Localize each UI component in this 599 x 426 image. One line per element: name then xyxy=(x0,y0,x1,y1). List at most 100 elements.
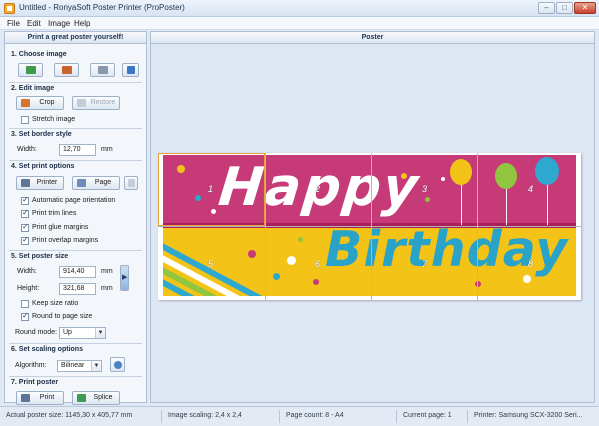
trim-lines-label: Print trim lines xyxy=(32,210,77,217)
confetti-dot xyxy=(273,273,280,280)
confetti-dot xyxy=(248,250,256,258)
chevron-down-icon: ▼ xyxy=(91,361,101,371)
balloon-yellow xyxy=(450,159,472,185)
app-logo-icon xyxy=(4,3,15,14)
round-mode-label: Round mode: xyxy=(15,329,58,336)
poster-panel-header: Poster xyxy=(151,32,594,44)
preview-scaling-button[interactable] xyxy=(110,357,125,372)
section-choose-image: 1. Choose image xyxy=(11,51,67,58)
open-gallery-button[interactable] xyxy=(54,63,79,77)
crop-button-label: Crop xyxy=(39,99,55,106)
splice-icon xyxy=(77,394,86,402)
section-edit-image: 2. Edit image xyxy=(11,85,55,92)
confetti-dot xyxy=(441,177,445,181)
printer-button-label: Printer xyxy=(36,179,58,186)
restore-button[interactable]: Restore xyxy=(72,96,120,110)
confetti-dot xyxy=(298,237,303,242)
layout-icon xyxy=(128,179,135,187)
paste-image-button[interactable] xyxy=(122,63,139,77)
menu-image[interactable]: Image xyxy=(48,19,70,28)
confetti-dot xyxy=(313,279,319,285)
minimize-button[interactable]: – xyxy=(538,2,555,14)
round-mode-value: Up xyxy=(63,329,72,336)
algorithm-select[interactable]: Bilinear ▼ xyxy=(57,360,102,372)
page-number: 4 xyxy=(528,184,534,194)
print-button[interactable]: Print xyxy=(16,391,64,405)
page-number: 3 xyxy=(422,184,428,194)
glue-margins-checkbox[interactable] xyxy=(21,222,29,232)
status-separator xyxy=(396,410,397,423)
keep-ratio-label: Keep size ratio xyxy=(32,300,79,307)
expand-size-button[interactable]: ▶ xyxy=(120,265,129,291)
divider xyxy=(9,343,142,344)
print-button-label: Print xyxy=(39,394,55,401)
page-number: 1 xyxy=(208,184,214,194)
page-number: 6 xyxy=(315,259,321,269)
confetti-dot xyxy=(475,281,481,287)
splice-button[interactable]: Splice xyxy=(72,391,120,405)
section-border-style: 3. Set border style xyxy=(11,131,72,138)
page-settings-button[interactable]: Page xyxy=(72,176,120,190)
page-number: 5 xyxy=(208,259,214,269)
status-actual-size: Actual poster size: 1145,30 x 405,77 mm xyxy=(6,412,133,419)
menu-file[interactable]: File xyxy=(7,19,20,28)
title-bar: Untitled - RonyaSoft Poster Printer (Pro… xyxy=(0,0,599,17)
divider xyxy=(9,82,142,83)
window-title: Untitled - RonyaSoft Poster Printer (Pro… xyxy=(19,3,185,12)
open-image-button[interactable] xyxy=(18,63,43,77)
overlap-margins-checkbox[interactable] xyxy=(21,235,29,245)
overlap-margins-label: Print overlap margins xyxy=(32,237,99,244)
divider xyxy=(9,128,142,129)
status-current-page: Current page: 1 xyxy=(403,412,452,419)
menu-bar: File Edit Image Help xyxy=(0,17,599,30)
splice-button-label: Splice xyxy=(93,394,113,401)
printer-icon xyxy=(21,394,30,402)
menu-help[interactable]: Help xyxy=(74,19,90,28)
status-separator xyxy=(467,410,468,423)
confetti-dot xyxy=(287,256,296,265)
poster-height-unit: mm xyxy=(101,285,113,292)
poster-preview[interactable]: Happy Birthday 1 2 3 4 5 6 7 8 xyxy=(158,153,581,300)
status-separator xyxy=(161,410,162,423)
page-number: 2 xyxy=(315,184,321,194)
trim-lines-checkbox[interactable] xyxy=(21,208,29,218)
confetti-dot xyxy=(425,197,430,202)
arrow-right-icon: ▶ xyxy=(122,274,128,281)
crop-icon xyxy=(21,99,30,107)
printer-settings-button[interactable]: Printer xyxy=(16,176,64,190)
auto-orientation-label: Automatic page orientation xyxy=(32,197,116,204)
status-separator xyxy=(279,410,280,423)
section-print-poster: 7. Print poster xyxy=(11,379,59,386)
restore-button-label: Restore xyxy=(90,99,116,106)
poster-width-input[interactable]: 914,40 xyxy=(59,266,96,278)
page-layout-button[interactable] xyxy=(124,176,138,190)
poster-height-input[interactable]: 321,68 xyxy=(59,283,96,295)
divider xyxy=(9,160,142,161)
keep-ratio-checkbox[interactable] xyxy=(21,300,29,308)
page-number: 7 xyxy=(422,259,428,269)
gallery-icon xyxy=(61,66,72,74)
stretch-image-checkbox[interactable] xyxy=(21,116,29,124)
border-width-input[interactable]: 12,70 xyxy=(59,144,96,156)
auto-orientation-checkbox[interactable] xyxy=(21,195,29,205)
border-width-unit: mm xyxy=(101,146,113,153)
divider xyxy=(9,250,142,251)
balloon-blue xyxy=(535,157,559,185)
restore-icon xyxy=(77,99,86,107)
scan-image-button[interactable] xyxy=(90,63,115,77)
maximize-button[interactable]: □ xyxy=(556,2,573,14)
poster-height-label: Height: xyxy=(17,285,40,292)
settings-panel-header: Print a great poster yourself! xyxy=(5,32,146,44)
poster-text-birthday: Birthday xyxy=(325,221,569,278)
status-printer: Printer: Samsung SCX-3200 Seri... xyxy=(474,412,583,419)
status-image-scaling: Image scaling: 2,4 x 2,4 xyxy=(168,412,242,419)
round-to-page-checkbox[interactable] xyxy=(21,311,29,321)
close-button[interactable]: ✕ xyxy=(574,2,596,14)
crop-button[interactable]: Crop xyxy=(16,96,64,110)
poster-preview-panel: Poster Happy Birthday 1 2 3 4 5 6 7 8 xyxy=(150,31,595,403)
border-width-label: Width: xyxy=(17,146,37,153)
round-mode-select[interactable]: Up ▼ xyxy=(59,327,106,339)
menu-edit[interactable]: Edit xyxy=(27,19,41,28)
balloon-green xyxy=(495,163,517,189)
magnifier-icon xyxy=(113,361,122,369)
